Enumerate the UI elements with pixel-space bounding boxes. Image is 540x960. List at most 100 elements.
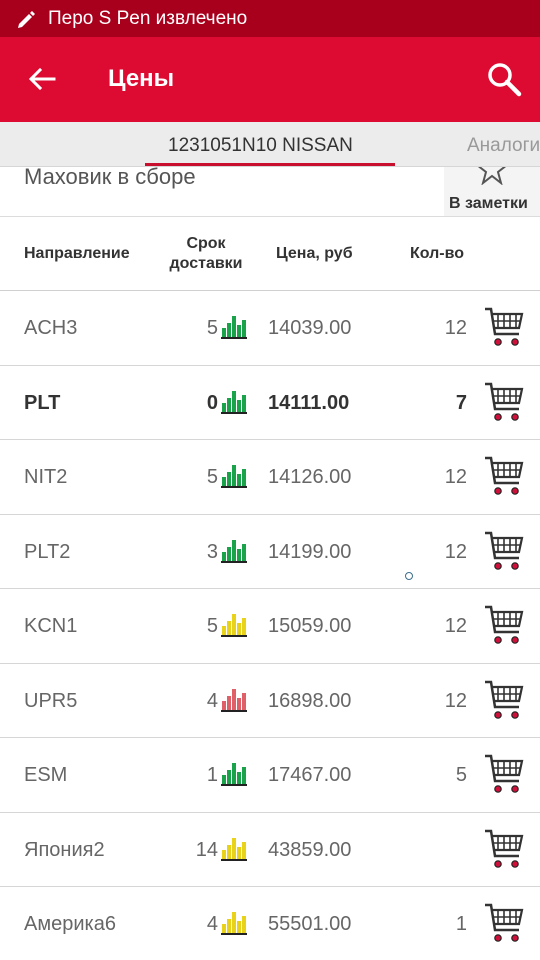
cart-icon bbox=[485, 382, 524, 421]
direction-cell: PLT2 bbox=[24, 540, 71, 563]
delivery-days-cell: 0 bbox=[206, 391, 218, 414]
price-cell: 16898.00 bbox=[268, 689, 352, 712]
search-button[interactable] bbox=[482, 57, 526, 101]
price-cell: 14039.00 bbox=[268, 317, 352, 339]
table-row[interactable]: PLT 0 14111.00 7 bbox=[0, 366, 540, 440]
rating-cell bbox=[221, 614, 247, 644]
rating-cell bbox=[221, 316, 247, 346]
table-row[interactable]: ESM 1 17467.00 5 bbox=[0, 738, 540, 813]
cart-icon bbox=[485, 903, 524, 942]
add-to-cart-button[interactable] bbox=[484, 604, 524, 654]
tab-bar: 1231051N10 NISSAN Аналоги bbox=[0, 122, 540, 167]
direction-cell: ACH3 bbox=[24, 317, 78, 339]
delivery-days-cell: 14 bbox=[195, 838, 218, 861]
price-cell: 55501.00 bbox=[268, 913, 352, 935]
cart-icon bbox=[485, 531, 524, 570]
status-bar: Перо S Pen извлечено bbox=[0, 0, 540, 37]
bar-rating-icon bbox=[221, 316, 247, 339]
bar-rating-icon bbox=[221, 614, 247, 637]
bar-rating-icon bbox=[221, 763, 247, 786]
table-row[interactable]: UPR5 4 16898.00 12 bbox=[0, 664, 540, 738]
star-icon bbox=[477, 167, 507, 185]
price-cell: 15059.00 bbox=[268, 615, 352, 637]
rating-cell bbox=[221, 390, 247, 421]
add-to-cart-button[interactable] bbox=[484, 455, 524, 505]
delivery-days-cell: 1 bbox=[206, 764, 218, 786]
qty-cell: 12 bbox=[444, 689, 467, 712]
qty-cell: 12 bbox=[444, 466, 467, 488]
arrow-left-icon bbox=[28, 67, 56, 91]
bar-rating-icon bbox=[221, 539, 247, 563]
table-row[interactable]: Япония2 14 43859.00 bbox=[0, 813, 540, 887]
add-to-cart-button[interactable] bbox=[484, 530, 524, 580]
app-bar: Цены bbox=[0, 37, 540, 122]
rating-cell bbox=[221, 763, 247, 793]
bar-rating-icon bbox=[221, 912, 247, 935]
bar-rating-icon bbox=[221, 837, 247, 861]
pen-pointer bbox=[405, 572, 413, 580]
cart-icon bbox=[485, 680, 524, 719]
table-row[interactable]: PLT2 3 14199.00 12 bbox=[0, 515, 540, 589]
cart-icon bbox=[485, 829, 524, 868]
header-price: Цена, руб bbox=[276, 245, 353, 262]
delivery-days-cell: 4 bbox=[206, 689, 218, 712]
direction-cell: KCN1 bbox=[24, 615, 78, 637]
price-cell: 17467.00 bbox=[268, 764, 352, 786]
header-term-line1: Срок bbox=[186, 235, 226, 252]
add-to-cart-button[interactable] bbox=[484, 306, 524, 356]
back-button[interactable] bbox=[24, 61, 60, 97]
header-delivery-term: Срок доставки bbox=[166, 234, 246, 274]
delivery-days-cell: 3 bbox=[206, 540, 218, 563]
direction-cell: ESM bbox=[24, 764, 68, 786]
direction-cell: UPR5 bbox=[24, 689, 78, 712]
direction-cell: Япония2 bbox=[24, 838, 105, 861]
cart-icon bbox=[485, 754, 524, 793]
add-to-cart-button[interactable] bbox=[484, 902, 524, 952]
direction-cell: NIT2 bbox=[24, 466, 68, 488]
delivery-days-cell: 5 bbox=[206, 615, 218, 637]
table-row[interactable]: KCN1 5 15059.00 12 bbox=[0, 589, 540, 664]
search-icon bbox=[488, 63, 522, 97]
qty-cell: 5 bbox=[455, 764, 467, 786]
qty-cell: 12 bbox=[444, 615, 467, 637]
status-notification: Перо S Pen извлечено bbox=[48, 7, 248, 29]
tab-analogs[interactable]: Аналоги bbox=[467, 135, 540, 157]
price-cell: 14111.00 bbox=[268, 391, 350, 414]
rating-cell bbox=[221, 688, 247, 719]
price-list: ACH3 5 14039.00 12 PLT 0 14111.00 7 NIT2 5 14126.0… bbox=[0, 291, 540, 960]
table-row[interactable]: NIT2 5 14126.00 12 bbox=[0, 440, 540, 515]
cart-icon bbox=[485, 456, 524, 495]
table-header: Направление Срок доставки Цена, руб Кол-… bbox=[0, 217, 540, 291]
delivery-days-cell: 5 bbox=[206, 317, 218, 339]
tab-part-number[interactable]: 1231051N10 NISSAN bbox=[168, 135, 353, 157]
add-to-cart-button[interactable] bbox=[484, 828, 524, 878]
price-cell: 14126.00 bbox=[268, 466, 352, 488]
table-row[interactable]: ACH3 5 14039.00 12 bbox=[0, 291, 540, 366]
cart-icon bbox=[485, 307, 524, 346]
bar-rating-icon bbox=[221, 390, 247, 414]
add-to-cart-button[interactable] bbox=[484, 679, 524, 729]
price-cell: 43859.00 bbox=[268, 838, 352, 861]
qty-cell: 7 bbox=[455, 391, 467, 414]
table-row[interactable]: Америка6 4 55501.00 1 bbox=[0, 887, 540, 960]
direction-cell: PLT bbox=[24, 391, 61, 414]
add-to-notes-button[interactable]: В заметки bbox=[444, 167, 540, 216]
pen-icon bbox=[18, 10, 35, 28]
header-direction: Направление bbox=[24, 245, 130, 262]
price-cell: 14199.00 bbox=[268, 540, 352, 563]
rating-cell bbox=[221, 465, 247, 495]
notes-label: В заметки bbox=[449, 195, 528, 212]
part-header: Маховик в сборе В заметки bbox=[0, 167, 540, 217]
delivery-days-cell: 5 bbox=[206, 466, 218, 488]
rating-cell bbox=[221, 539, 247, 570]
cart-icon bbox=[485, 605, 524, 644]
rating-cell bbox=[221, 837, 247, 868]
qty-cell: 12 bbox=[444, 540, 467, 563]
bar-rating-icon bbox=[221, 688, 247, 712]
qty-cell: 12 bbox=[444, 317, 467, 339]
page-title: Цены bbox=[108, 65, 175, 92]
rating-cell bbox=[221, 912, 247, 942]
add-to-cart-button[interactable] bbox=[484, 753, 524, 803]
header-term-line2: доставки bbox=[169, 255, 243, 272]
add-to-cart-button[interactable] bbox=[484, 381, 524, 431]
